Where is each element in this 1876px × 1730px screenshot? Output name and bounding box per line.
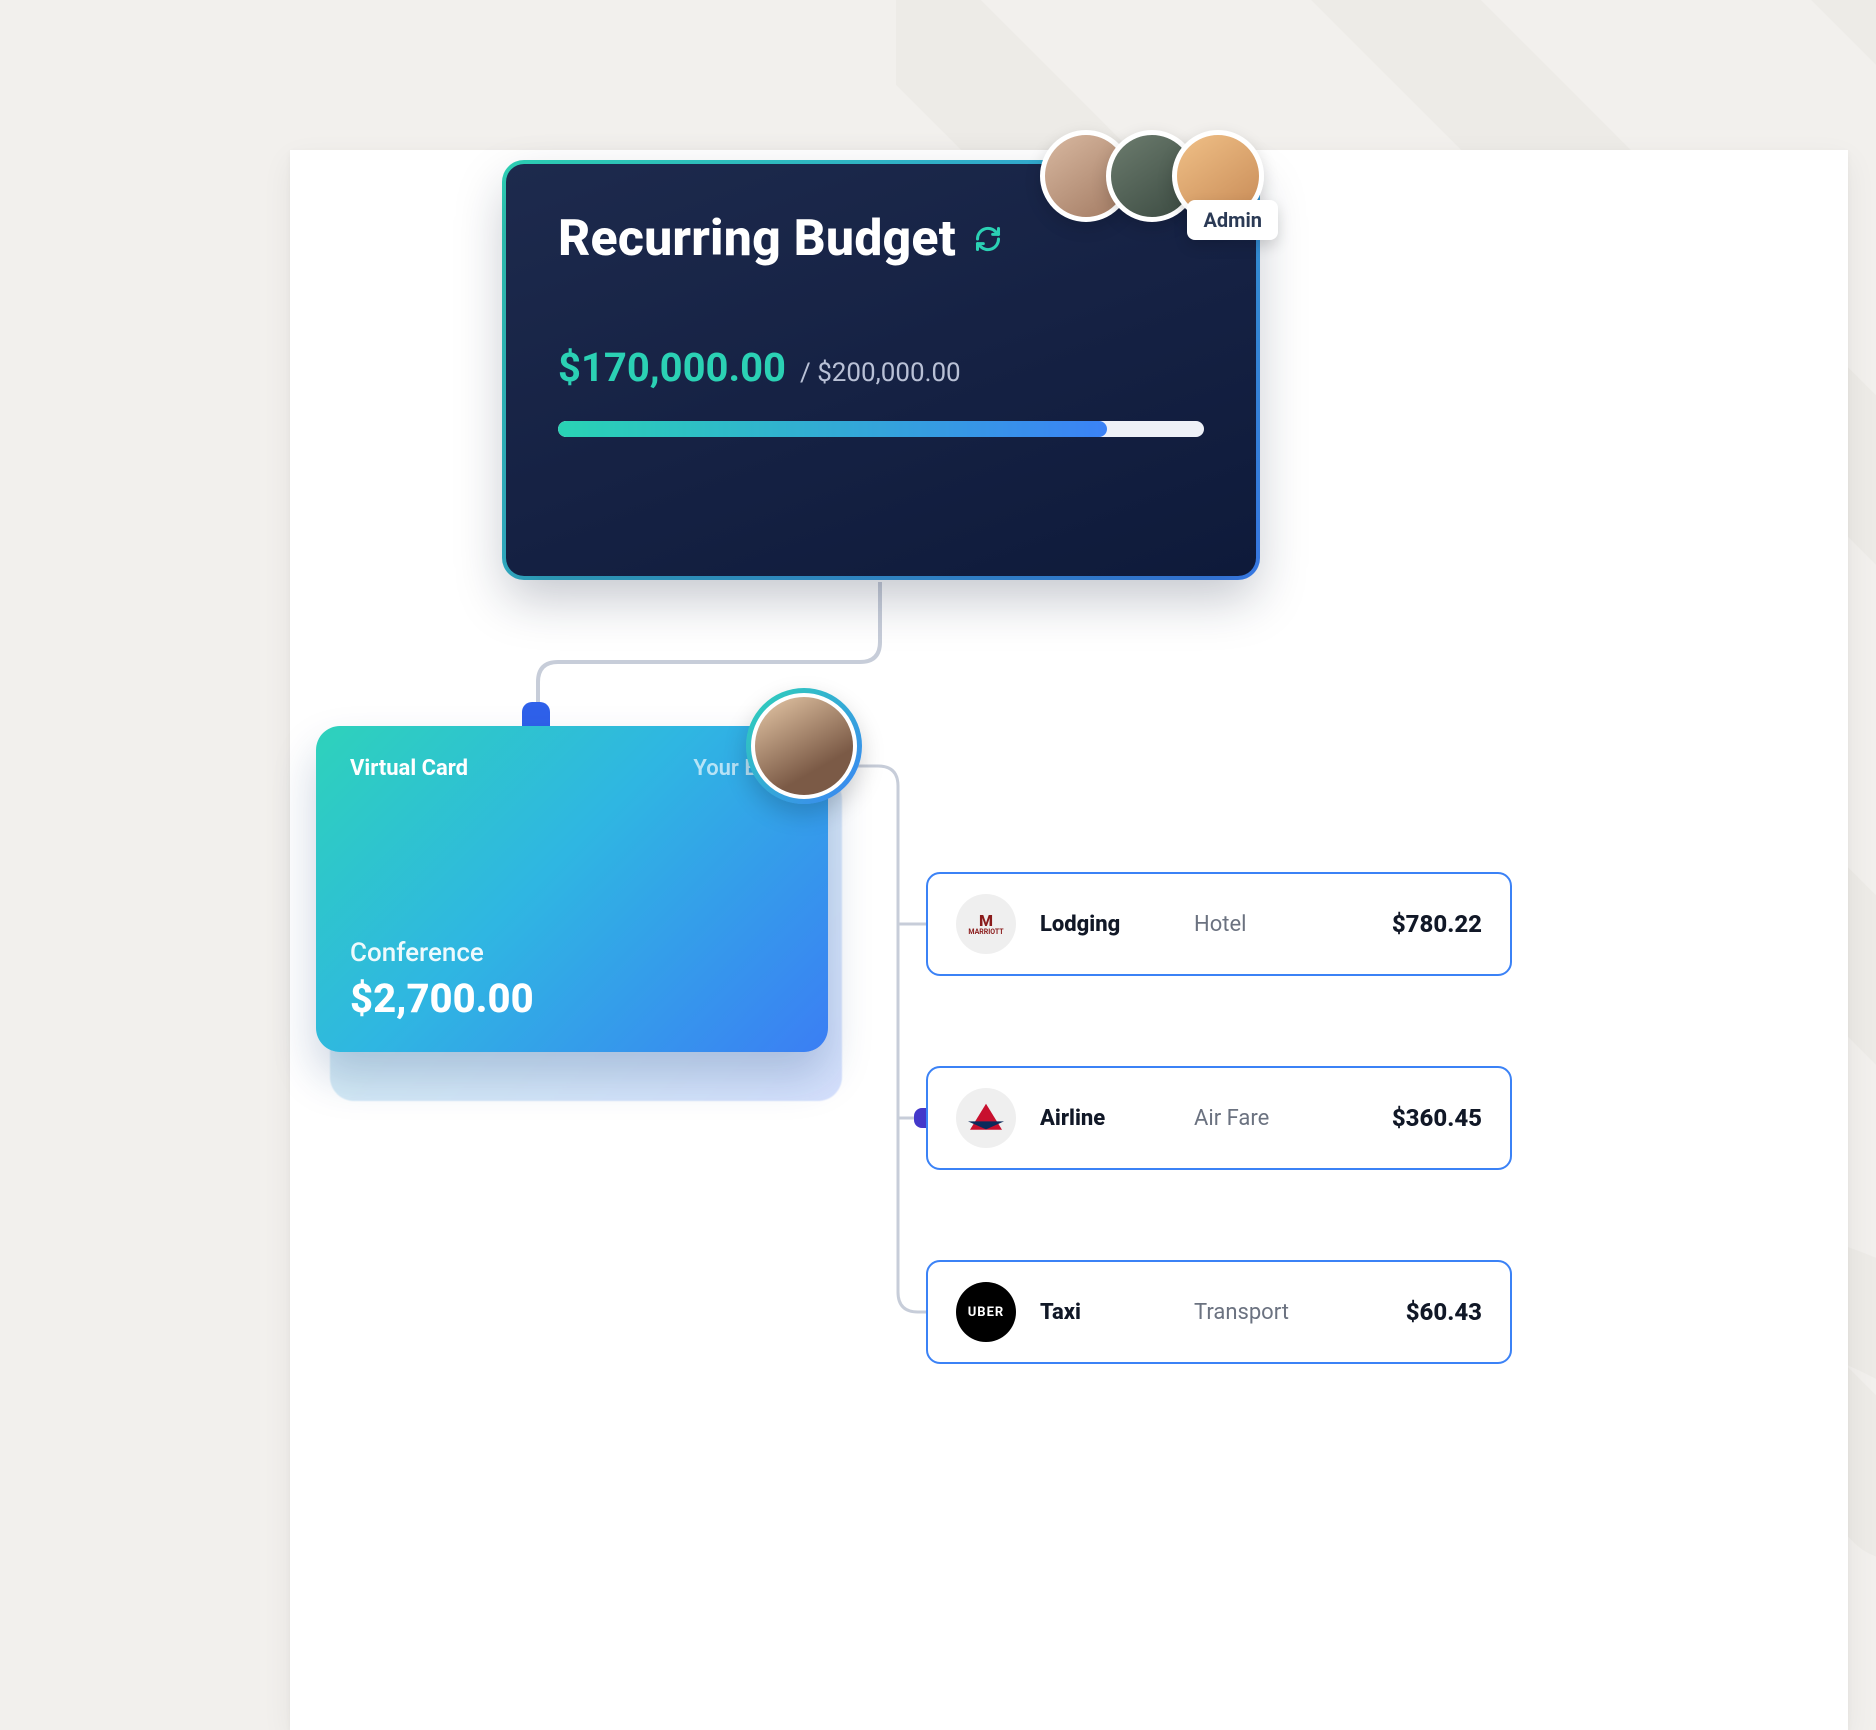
transaction-category: Lodging	[1040, 912, 1170, 937]
transaction-row[interactable]: UBER Taxi Transport $60.43	[926, 1260, 1512, 1364]
transaction-row[interactable]: MMARRIOTT Lodging Hotel $780.22	[926, 872, 1512, 976]
virtual-card-avatar[interactable]	[746, 688, 862, 804]
transaction-category: Taxi	[1040, 1300, 1170, 1325]
virtual-card-amount: $2,700.00	[350, 975, 534, 1022]
transaction-amount: $60.43	[1406, 1298, 1482, 1326]
budget-progress-fill	[558, 421, 1107, 437]
uber-icon: UBER	[956, 1282, 1016, 1342]
transaction-row[interactable]: Airline Air Fare $360.45	[926, 1066, 1512, 1170]
content-panel: Recurring Budget $170,000.00 / $200,000.…	[290, 150, 1848, 1730]
marriott-icon: MMARRIOTT	[956, 894, 1016, 954]
transaction-amount: $360.45	[1392, 1104, 1482, 1132]
transaction-amount: $780.22	[1392, 910, 1482, 938]
refresh-icon	[974, 225, 1002, 253]
transaction-subcategory: Hotel	[1194, 912, 1368, 937]
admin-badge: Admin	[1187, 200, 1278, 240]
virtual-card-label: Virtual Card	[350, 756, 468, 781]
budget-title: Recurring Budget	[558, 210, 956, 268]
virtual-card-name: Conference	[350, 938, 484, 968]
budget-avatar-stack[interactable]: Admin	[1066, 130, 1264, 222]
virtual-card[interactable]: Virtual Card Your Bank Conference $2,700…	[316, 726, 828, 1052]
budget-progress-bar	[558, 421, 1204, 437]
transaction-subcategory: Transport	[1194, 1300, 1382, 1325]
budget-spent-amount: $170,000.00	[558, 344, 786, 391]
budget-total-amount: / $200,000.00	[800, 358, 961, 388]
transaction-subcategory: Air Fare	[1194, 1106, 1368, 1131]
delta-icon	[956, 1088, 1016, 1148]
transaction-category: Airline	[1040, 1106, 1170, 1131]
avatar[interactable]: Admin	[1172, 130, 1264, 222]
avatar-photo	[751, 693, 857, 799]
recurring-budget-card[interactable]: Recurring Budget $170,000.00 / $200,000.…	[502, 160, 1260, 580]
